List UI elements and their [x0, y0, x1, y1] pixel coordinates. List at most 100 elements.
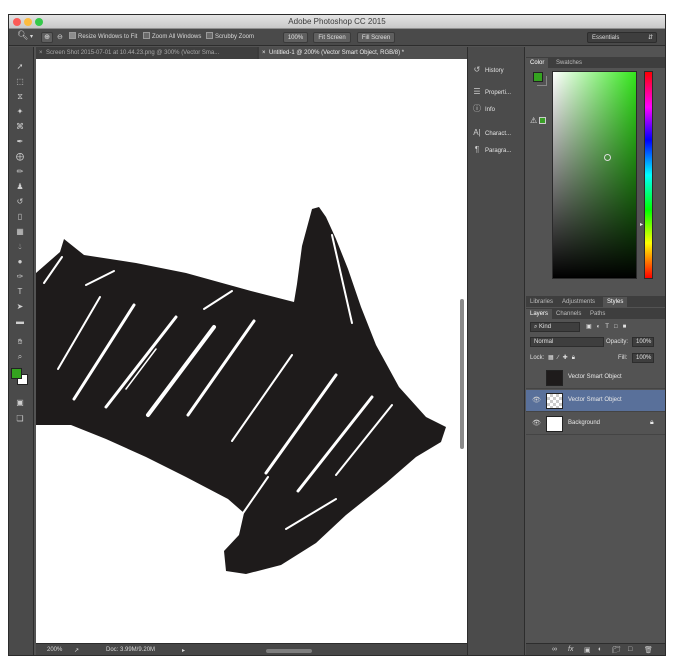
new-layer-icon[interactable]: □ — [628, 646, 632, 653]
blend-mode-select[interactable]: Normal — [530, 337, 604, 347]
fill-screen-button[interactable]: Fill Screen — [357, 32, 395, 43]
magnifier-icon[interactable]: 🔍︎ — [17, 30, 28, 41]
history-icon: ↺ — [473, 65, 481, 74]
gamut-swatch[interactable] — [539, 117, 546, 124]
gradient-tool-icon[interactable]: ▦ — [12, 226, 28, 238]
marquee-tool-icon[interactable]: ⬚ — [12, 76, 28, 88]
color-panel-background-swatch[interactable] — [537, 76, 547, 86]
kind-label: Kind — [539, 324, 552, 330]
tab-screenshot[interactable]: × Screen Shot 2015-07-01 at 10.44.23.png… — [36, 47, 257, 59]
layer-name: Vector Smart Object — [568, 374, 622, 380]
history-brush-tool-icon[interactable]: ↺ — [12, 196, 28, 208]
document-tabs: × Screen Shot 2015-07-01 at 10.44.23.png… — [36, 47, 467, 59]
layer-filter-icons[interactable]: ▣◐T□■ — [586, 322, 631, 333]
paragraph-panel-button[interactable]: ¶ Paragra... — [472, 143, 524, 157]
scrubby-zoom-label: Scrubby Zoom — [215, 34, 255, 40]
tab-libraries[interactable]: Libraries — [526, 297, 557, 307]
zoom-out-icon[interactable]: ⊖ — [57, 32, 63, 43]
clone-stamp-tool-icon[interactable]: ♟ — [12, 181, 28, 193]
screen-mode-icon[interactable]: ❏ — [12, 413, 28, 425]
horizontal-scrollbar[interactable] — [266, 649, 312, 653]
arrow-artwork — [36, 207, 446, 574]
eye-icon[interactable]: 👁︎ — [532, 396, 541, 405]
foreground-color-swatch[interactable] — [11, 368, 22, 379]
properties-panel-button[interactable]: ☰ Properti... — [472, 85, 524, 99]
lock-icons[interactable]: ▦∕✚🔒︎ — [548, 353, 579, 364]
share-icon[interactable]: ↗ — [74, 647, 79, 654]
tab-paths[interactable]: Paths — [586, 309, 609, 319]
layer-row[interactable]: Vector Smart Object — [526, 367, 665, 389]
tab-channels[interactable]: Channels — [552, 309, 585, 319]
visibility-off-icon[interactable] — [532, 373, 541, 382]
tab-adjustments[interactable]: Adjustments — [558, 297, 599, 307]
quick-select-tool-icon[interactable]: ✦ — [12, 106, 28, 118]
zoom-level[interactable]: 200% — [47, 647, 62, 653]
zoom-100-button[interactable]: 100% — [283, 32, 308, 43]
tab-layers[interactable]: Layers — [526, 309, 553, 319]
move-tool-icon[interactable]: ➚ — [12, 61, 28, 73]
status-menu-arrow-icon[interactable]: ▸ — [182, 647, 185, 654]
fit-screen-button[interactable]: Fit Screen — [313, 32, 351, 43]
trash-icon[interactable]: 🗑︎ — [644, 646, 653, 654]
dodge-tool-icon[interactable]: ● — [12, 256, 28, 268]
path-selection-tool-icon[interactable]: ➤ — [12, 301, 28, 313]
link-layers-icon[interactable]: ∞ — [552, 646, 557, 653]
layer-filter-kind[interactable]: ⌕ Kind — [530, 322, 580, 332]
resize-windows-label: Resize Windows to Fit — [78, 34, 138, 40]
lasso-tool-icon[interactable]: ⧖ — [12, 91, 28, 103]
layer-row-background[interactable]: 👁︎ Background 🔒︎ — [526, 413, 665, 435]
hand-tool-icon[interactable]: ✋︎ — [12, 336, 28, 348]
styles-panel-tabs: Libraries Adjustments Styles — [526, 296, 665, 307]
blur-tool-icon[interactable]: 💧︎ — [12, 241, 28, 253]
color-picker-cursor[interactable] — [604, 154, 611, 161]
tab-untitled[interactable]: × Untitled-1 @ 200% (Vector Smart Object… — [259, 47, 467, 59]
healing-brush-tool-icon[interactable]: ⨁ — [12, 151, 28, 163]
quick-mask-icon[interactable]: ▣ — [12, 397, 28, 409]
pen-tool-icon[interactable]: ✑ — [12, 271, 28, 283]
workspace-select[interactable]: Essentials ⇵ — [587, 32, 657, 43]
eraser-tool-icon[interactable]: ▯ — [12, 211, 28, 223]
brush-tool-icon[interactable]: ✏ — [12, 166, 28, 178]
color-swatches — [11, 368, 28, 385]
layer-row-selected[interactable]: 👁︎ Vector Smart Object — [526, 390, 665, 412]
rectangle-tool-icon[interactable]: ▬ — [12, 316, 28, 328]
group-folder-icon[interactable]: 📁︎ — [612, 646, 621, 654]
zoom-in-icon[interactable]: ⊕ — [41, 32, 53, 43]
hue-slider-handle-icon[interactable]: ▸ — [640, 221, 643, 228]
opacity-field[interactable]: 100% — [632, 337, 654, 347]
layer-mask-icon[interactable]: ▣ — [584, 646, 591, 654]
character-panel-button[interactable]: A| Charact... — [472, 126, 524, 140]
tool-preset-dropdown[interactable]: ▾ — [30, 32, 33, 43]
zoom-all-windows-checkbox[interactable]: Zoom All Windows — [143, 31, 201, 43]
document-canvas[interactable] — [36, 59, 467, 649]
fill-field[interactable]: 100% — [632, 353, 654, 363]
scrubby-zoom-checkbox[interactable]: Scrubby Zoom — [206, 31, 255, 43]
layers-panel-tabs: Layers Channels Paths — [526, 308, 665, 319]
tab-styles[interactable]: Styles — [603, 297, 628, 307]
adjustment-layer-icon[interactable]: ◐ — [598, 646, 602, 653]
type-tool-icon[interactable]: T — [12, 286, 28, 298]
layer-name: Vector Smart Object — [568, 397, 622, 403]
workspace-label: Essentials — [592, 35, 620, 41]
history-panel-button[interactable]: ↺ History — [472, 63, 524, 77]
color-field[interactable] — [552, 71, 637, 279]
layer-thumbnail — [546, 370, 563, 386]
close-tab-icon[interactable]: × — [39, 47, 43, 59]
properties-icon: ☰ — [473, 87, 481, 96]
paragraph-icon: ¶ — [474, 145, 480, 154]
close-tab-icon[interactable]: × — [262, 47, 266, 59]
eyedropper-tool-icon[interactable]: ✒ — [12, 136, 28, 148]
tools-panel: ➚ ⬚ ⧖ ✦ ⌘ ✒ ⨁ ✏ ♟ ↺ ▯ ▦ 💧︎ ● ✑ T ➤ ▬ ✋︎ … — [9, 47, 34, 655]
hue-slider[interactable] — [644, 71, 653, 279]
opacity-label: Opacity: — [606, 339, 629, 345]
vertical-scrollbar[interactable] — [460, 299, 464, 449]
info-label: Info — [485, 107, 496, 113]
layer-style-icon[interactable]: fx — [568, 646, 573, 653]
eye-icon[interactable]: 👁︎ — [532, 419, 541, 428]
zoom-tool-icon[interactable]: ⌕ — [12, 351, 28, 363]
resize-windows-checkbox[interactable]: Resize Windows to Fit — [69, 31, 138, 43]
info-panel-button[interactable]: ⓘ Info — [472, 102, 524, 116]
crop-tool-icon[interactable]: ⌘ — [12, 121, 28, 133]
tab-color[interactable]: Color — [526, 58, 549, 68]
tab-swatches[interactable]: Swatches — [552, 58, 586, 68]
